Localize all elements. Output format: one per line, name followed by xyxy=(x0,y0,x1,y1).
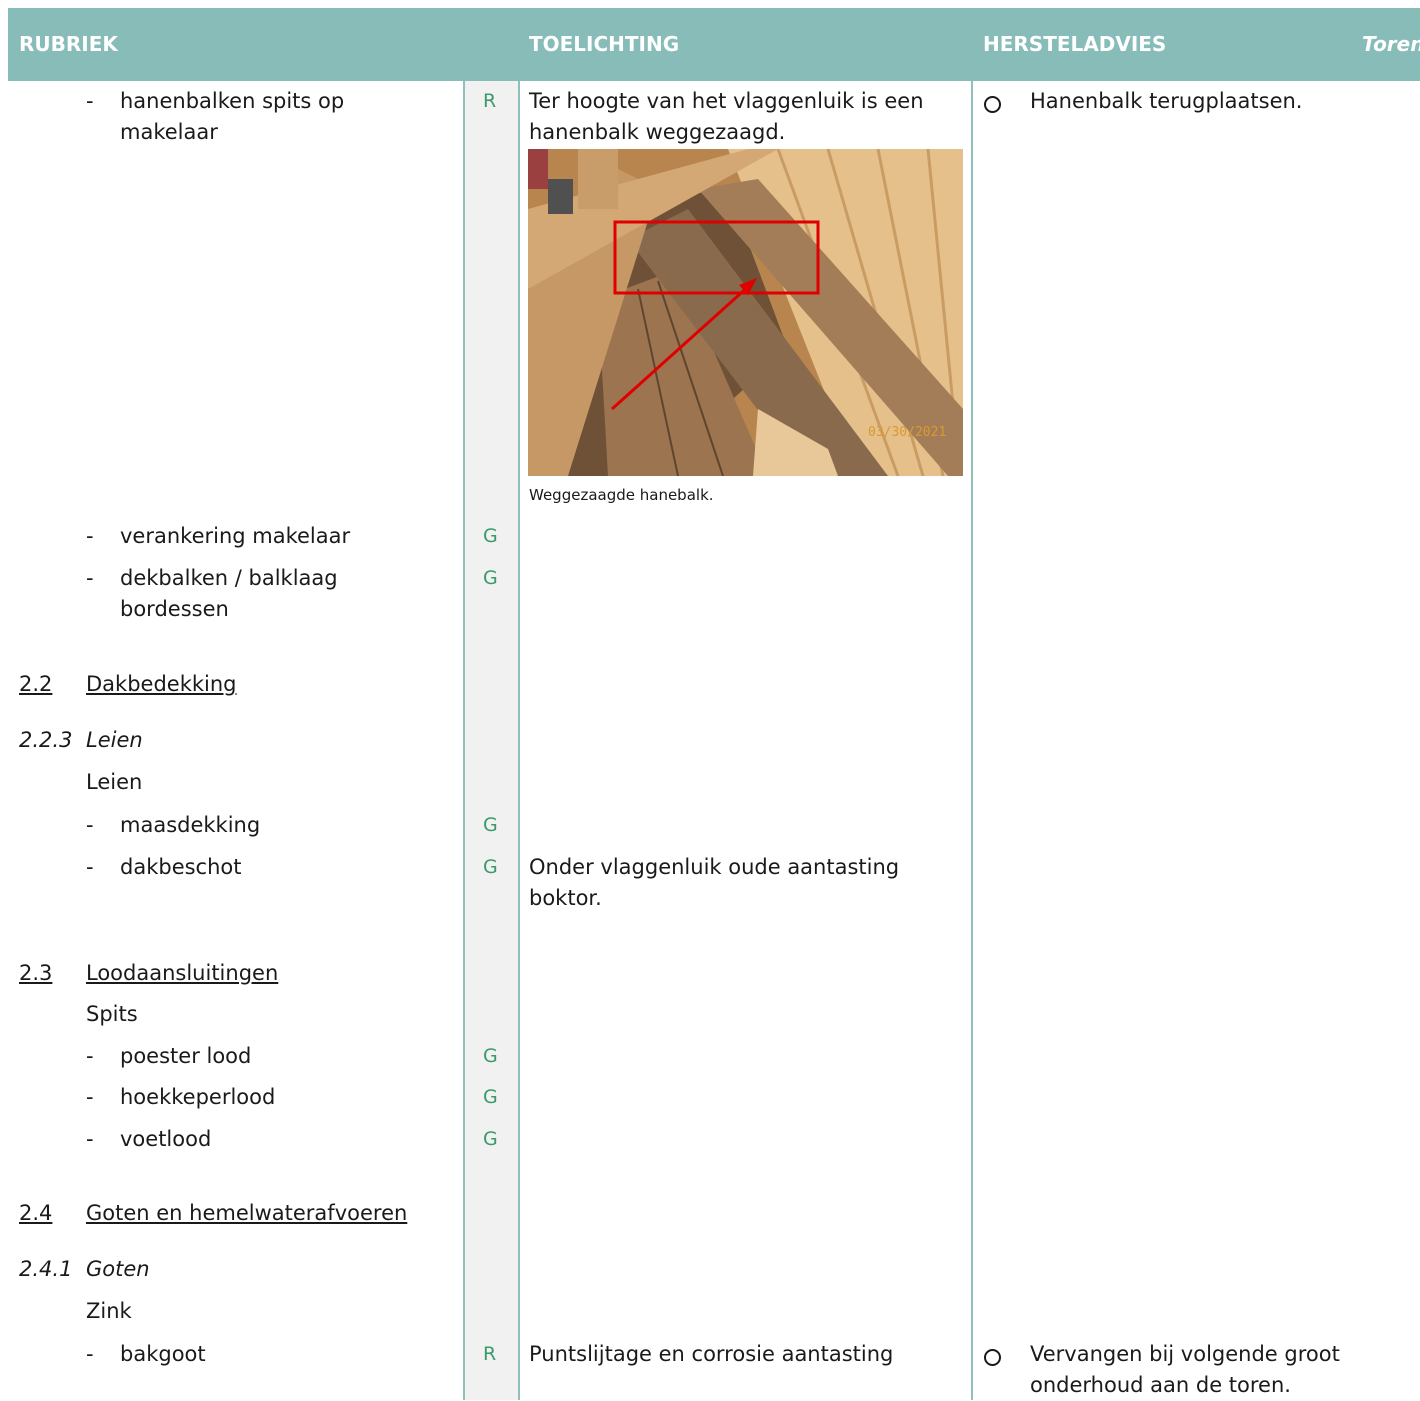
item-dekbalken-line2: bordessen xyxy=(120,597,229,621)
grade-dekbalken: G xyxy=(483,567,498,589)
list-dash: - xyxy=(86,524,94,548)
item-verankering: verankering makelaar xyxy=(120,524,351,548)
section-2-3-number: 2.3 xyxy=(19,961,53,985)
herstel-bakgoot-line2: onderhoud aan de toren. xyxy=(1030,1373,1291,1397)
section-2-4-1-title: Goten xyxy=(86,1257,150,1281)
grade-bakgoot: R xyxy=(483,1343,497,1365)
header-toelichting: TOELICHTING xyxy=(529,32,680,56)
grade-poester-lood: G xyxy=(483,1045,498,1067)
header-hersteladvies: HERSTELADVIES xyxy=(983,32,1167,56)
section-2-4-title: Goten en hemelwaterafvoeren xyxy=(86,1201,408,1225)
table-header: RUBRIEK TOELICHTING HERSTELADVIES Toren xyxy=(8,8,1420,81)
section-2-4-1-subheading: Zink xyxy=(86,1299,132,1323)
list-dash: - xyxy=(86,855,94,879)
header-toren: Toren xyxy=(1362,32,1420,56)
toelichting-bakgoot: Puntslijtage en corrosie aantasting xyxy=(529,1342,894,1366)
section-2-2-title: Dakbedekking xyxy=(86,672,237,696)
header-rubriek: RUBRIEK xyxy=(19,32,118,56)
list-dash: - xyxy=(86,1127,94,1151)
item-maasdekking: maasdekking xyxy=(120,813,261,837)
toelichting-dakbeschot-line1: Onder vlaggenluik oude aantasting xyxy=(529,855,900,879)
grade-column xyxy=(464,81,518,1400)
grade-hoekkeperlood: G xyxy=(483,1086,498,1108)
section-2-4-number: 2.4 xyxy=(19,1201,53,1225)
item-hoekkeperlood: hoekkeperlood xyxy=(120,1085,276,1109)
section-2-2-number: 2.2 xyxy=(19,672,53,696)
section-2-3-title: Loodaansluitingen xyxy=(86,961,279,985)
bullet-circle-icon xyxy=(984,96,1001,113)
item-hanenbalken-line1: hanenbalken spits op xyxy=(120,89,345,113)
section-2-2-3-number: 2.2.3 xyxy=(19,728,73,752)
column-divider xyxy=(463,81,465,1400)
column-divider xyxy=(971,81,973,1400)
item-voetlood: voetlood xyxy=(120,1127,212,1151)
item-dekbalken-line1: dekbalken / balklaag xyxy=(120,566,338,590)
grade-hanenbalken: R xyxy=(483,90,497,112)
list-dash: - xyxy=(86,1044,94,1068)
section-2-2-3-subheading: Leien xyxy=(86,770,143,794)
list-dash: - xyxy=(86,1085,94,1109)
grade-verankering: G xyxy=(483,525,498,547)
item-bakgoot: bakgoot xyxy=(120,1342,206,1366)
grade-maasdekking: G xyxy=(483,814,498,836)
section-2-3-subheading: Spits xyxy=(86,1002,138,1026)
photo-caption: Weggezaagde hanebalk. xyxy=(529,486,714,504)
toelichting-hanenbalk-line2: hanenbalk weggezaagd. xyxy=(529,120,786,144)
list-dash: - xyxy=(86,566,94,590)
list-dash: - xyxy=(86,813,94,837)
column-divider xyxy=(518,81,520,1400)
toelichting-hanenbalk-line1: Ter hoogte van het vlaggenluik is een xyxy=(529,89,924,113)
list-dash: - xyxy=(86,89,94,113)
item-dakbeschot: dakbeschot xyxy=(120,855,242,879)
grade-dakbeschot: G xyxy=(483,856,498,878)
section-2-2-3-title: Leien xyxy=(86,728,143,752)
item-poester-lood: poester lood xyxy=(120,1044,252,1068)
section-2-4-1-number: 2.4.1 xyxy=(19,1257,73,1281)
herstel-hanenbalk: Hanenbalk terugplaatsen. xyxy=(1030,89,1303,113)
item-hanenbalken-line2: makelaar xyxy=(120,120,218,144)
photo-date-stamp: 03/30/2021 xyxy=(868,425,946,440)
photo-hanebalk: 03/30/2021 xyxy=(528,149,963,476)
list-dash: - xyxy=(86,1342,94,1366)
toelichting-dakbeschot-line2: boktor. xyxy=(529,886,602,910)
grade-voetlood: G xyxy=(483,1128,498,1150)
herstel-bakgoot-line1: Vervangen bij volgende groot xyxy=(1030,1342,1340,1366)
bullet-circle-icon xyxy=(984,1349,1001,1366)
